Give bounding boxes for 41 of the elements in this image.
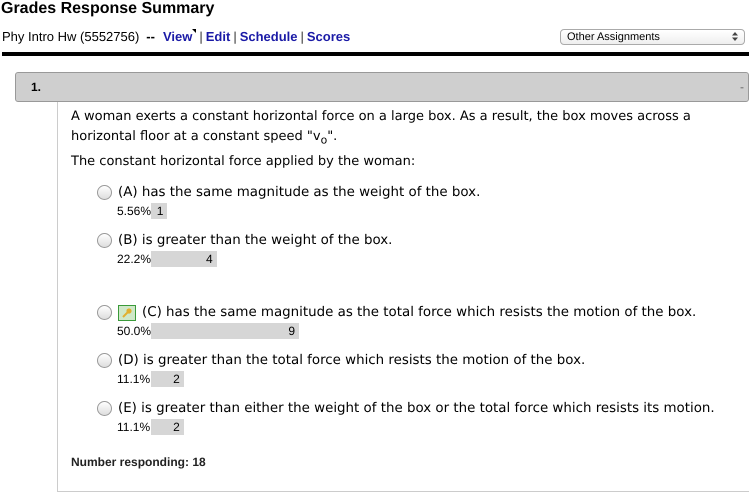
radio-button[interactable]: [97, 305, 112, 320]
response-bar: [151, 250, 217, 267]
separator: --: [146, 29, 155, 44]
option-percent: 5.56%: [117, 204, 151, 218]
nav-link[interactable]: Schedule: [240, 29, 298, 44]
option-text: (E) is greater than either the weight of the box or the total force which resists its motion.: [118, 401, 715, 416]
radio-button[interactable]: [97, 401, 112, 416]
question-stem: The constant horizontal force applied by the woman:: [71, 152, 416, 171]
option-text: (D) is greater than the total force which resists the motion of the box.: [118, 353, 586, 368]
radio-button[interactable]: [97, 353, 112, 368]
page-title: Grades Response Summary: [0, 0, 216, 18]
option-text: (B) is greater than the weight of the box.: [118, 233, 392, 248]
assignment-select[interactable]: Other Assignments: [560, 28, 745, 44]
response-bar: [151, 202, 168, 219]
response-count: 2: [173, 420, 180, 434]
responding-count: Number responding: 18: [71, 454, 207, 469]
collapse-toggle[interactable]: -: [740, 80, 744, 94]
divider: |: [233, 29, 237, 44]
option-percent: 50.0%: [117, 324, 151, 338]
nav-link[interactable]: View: [162, 29, 196, 44]
radio-button[interactable]: [97, 233, 112, 248]
divider: |: [199, 29, 203, 44]
option-percent: 11.1%: [117, 420, 151, 434]
question-number: 1.: [31, 80, 42, 94]
option-text: (A) has the same magnitude as the weight of the box.: [118, 185, 480, 200]
option-percent: 11.1%: [117, 372, 151, 386]
option-text: (C) has the same magnitude as the total force which resists the motion of the box.: [142, 305, 696, 320]
divider: |: [300, 29, 304, 44]
assignment-name: Phy Intro Hw (5552756): [2, 29, 140, 44]
question-prompt: A woman exerts a constant horizontal force on a large box. As a result, the box moves across a horizontal floor at a constant speed "v$_{o}$".: [71, 108, 692, 149]
response-count: 2: [173, 372, 180, 386]
updown-icon: [732, 32, 738, 41]
radio-button[interactable]: [97, 185, 112, 200]
nav-link[interactable]: Edit: [206, 29, 230, 44]
option-percent: 22.2%: [117, 252, 151, 266]
nav-link[interactable]: Scores: [306, 29, 350, 44]
response-count: 9: [288, 324, 295, 338]
response-count: 1: [156, 204, 164, 218]
response-bar: [151, 418, 184, 435]
response-count: 4: [206, 252, 213, 266]
response-bar: [151, 370, 184, 387]
